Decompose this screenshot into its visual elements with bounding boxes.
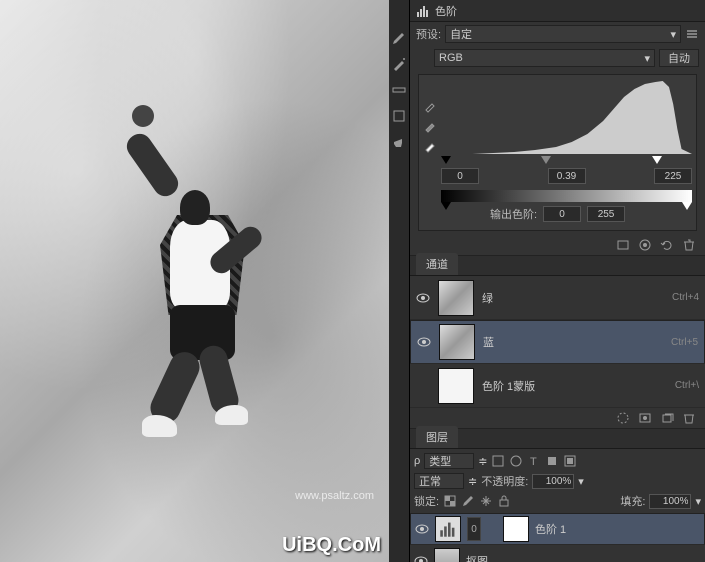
load-selection-icon[interactable]	[615, 411, 631, 425]
mask-indicator: 0	[467, 517, 481, 541]
histogram-chart[interactable]	[441, 79, 692, 154]
channel-row[interactable]: 色阶 1蒙版 Ctrl+\	[410, 364, 705, 408]
preset-label: 预设:	[416, 26, 441, 42]
layer-thumb	[435, 516, 461, 542]
blend-mode-select[interactable]: 正常	[414, 473, 464, 489]
lock-image-icon[interactable]	[461, 494, 475, 508]
save-selection-icon[interactable]	[637, 411, 653, 425]
clip-icon[interactable]	[615, 238, 631, 252]
levels-panel-header: 色阶	[410, 0, 705, 22]
wand-icon[interactable]	[391, 56, 407, 72]
watermark-sub: www.psaltz.com	[295, 490, 374, 502]
visibility-icon[interactable]	[417, 335, 431, 349]
levels-title: 色阶	[435, 3, 457, 19]
tab-channels[interactable]: 通道	[416, 253, 458, 275]
filter-shape-icon[interactable]	[545, 454, 559, 468]
lock-position-icon[interactable]	[479, 494, 493, 508]
filter-pixel-icon[interactable]	[491, 454, 505, 468]
collapsed-toolstrip	[389, 0, 410, 562]
preset-select[interactable]: 自定▾	[445, 25, 681, 43]
tab-layers[interactable]: 图层	[416, 426, 458, 448]
new-channel-icon[interactable]	[659, 411, 675, 425]
input-black-handle[interactable]	[441, 156, 451, 164]
trash-icon[interactable]	[681, 238, 697, 252]
ruler-icon[interactable]	[391, 82, 407, 98]
note-icon[interactable]	[391, 108, 407, 124]
hand-icon[interactable]	[391, 134, 407, 150]
layer-kind-select[interactable]: 类型	[424, 453, 474, 469]
layer-mask-thumb[interactable]	[503, 516, 529, 542]
input-white-handle[interactable]	[652, 156, 662, 164]
fill-label: 填充:	[620, 493, 645, 509]
lock-label: 锁定:	[414, 493, 439, 509]
auto-button[interactable]: 自动	[659, 49, 699, 67]
input-mid-field[interactable]	[548, 168, 586, 184]
channel-thumb	[438, 368, 474, 404]
output-gradient[interactable]	[441, 190, 692, 202]
black-eyedropper-icon[interactable]	[423, 99, 437, 113]
channel-thumb	[438, 280, 474, 316]
filter-type-icon[interactable]: T	[527, 454, 541, 468]
watermark-main: UiBQ.CoM	[282, 534, 381, 557]
white-eyedropper-icon[interactable]	[423, 139, 437, 153]
filter-smart-icon[interactable]	[563, 454, 577, 468]
channel-select[interactable]: RGB▾	[434, 49, 655, 67]
view-previous-icon[interactable]	[637, 238, 653, 252]
output-white-handle[interactable]	[682, 202, 692, 210]
document-canvas[interactable]: www.psaltz.com UiBQ.CoM	[0, 0, 389, 562]
brush-icon[interactable]	[391, 30, 407, 46]
levels-icon	[439, 520, 457, 538]
input-black-field[interactable]	[441, 168, 479, 184]
canvas-figure	[120, 150, 290, 450]
layer-thumb	[434, 548, 460, 562]
opacity-label: 不透明度:	[481, 473, 528, 489]
channel-row[interactable]: 绿 Ctrl+4	[410, 276, 705, 320]
visibility-icon[interactable]	[416, 291, 430, 305]
lock-all-icon[interactable]	[497, 494, 511, 508]
lock-transparent-icon[interactable]	[443, 494, 457, 508]
input-mid-handle[interactable]	[541, 156, 551, 164]
channel-thumb	[439, 324, 475, 360]
visibility-icon[interactable]	[415, 522, 429, 536]
layer-options: ρ 类型 ≑ T 正常 ≑ 不透明度: ▾ 锁定: 填充: ▾	[410, 449, 705, 513]
reset-icon[interactable]	[659, 238, 675, 252]
histogram-container: 输出色阶:	[418, 74, 697, 231]
panel-menu-icon[interactable]	[685, 27, 699, 41]
fill-field[interactable]	[649, 494, 691, 509]
opacity-field[interactable]	[532, 474, 574, 489]
layer-row[interactable]: 0 色阶 1	[410, 513, 705, 545]
levels-icon	[416, 4, 430, 18]
filter-adjust-icon[interactable]	[509, 454, 523, 468]
input-white-field[interactable]	[654, 168, 692, 184]
svg-text:T: T	[530, 456, 537, 468]
layers-list: 0 色阶 1 抠图 抠图背景 背景	[410, 513, 705, 562]
channel-row[interactable]: 蓝 Ctrl+5	[410, 320, 705, 364]
input-slider-track[interactable]	[441, 156, 692, 166]
visibility-icon[interactable]	[414, 554, 428, 562]
layer-row[interactable]: 抠图	[410, 545, 705, 562]
output-black-handle[interactable]	[441, 202, 451, 210]
gray-eyedropper-icon[interactable]	[423, 119, 437, 133]
kind-label: ρ	[414, 455, 420, 467]
trash-icon[interactable]	[681, 411, 697, 425]
channels-list: 绿 Ctrl+4 蓝 Ctrl+5 色阶 1蒙版 Ctrl+\	[410, 276, 705, 408]
